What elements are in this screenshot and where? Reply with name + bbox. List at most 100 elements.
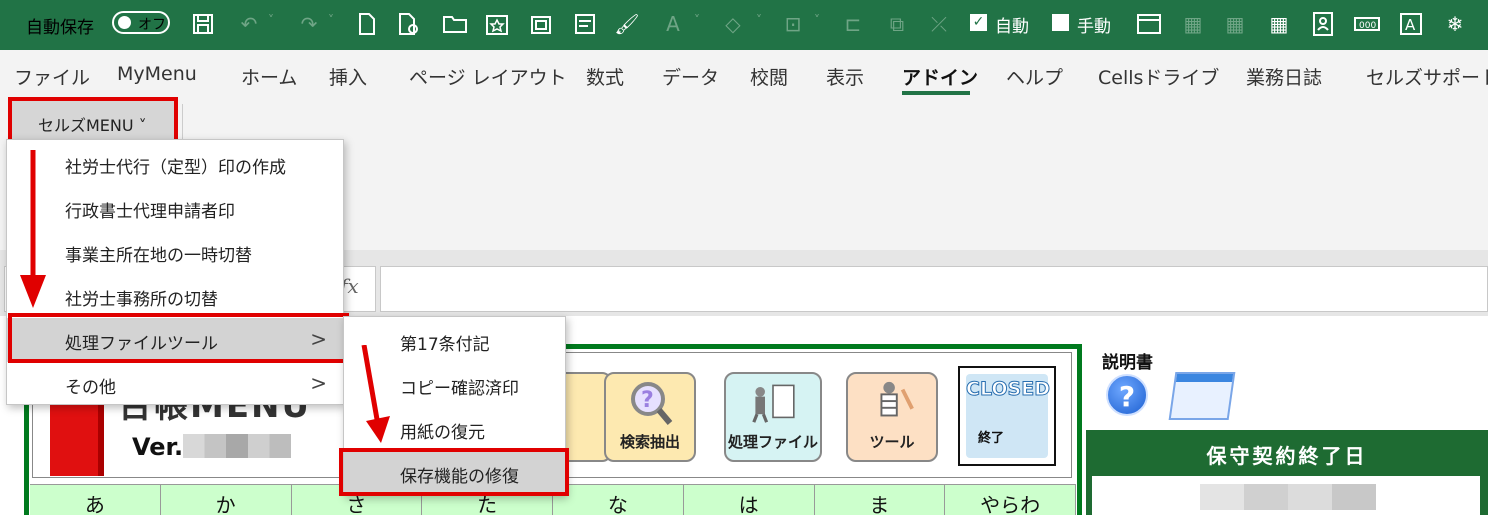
font-color-dropdown-icon[interactable]: ˅: [694, 13, 700, 27]
redo-dropdown-icon[interactable]: ˅: [328, 13, 334, 27]
table-dim-icon[interactable]: ▦: [1222, 11, 1248, 37]
excel-window: { "titlebar": { "autosave_label": "自動保存"…: [0, 0, 1488, 515]
tab-cells-support[interactable]: セルズサポート: [1366, 63, 1488, 90]
menu-item-address-switch[interactable]: 事業主所在地の一時切替: [7, 230, 343, 274]
process-file-card[interactable]: 処理ファイル: [724, 372, 822, 462]
undo-icon[interactable]: ↶: [236, 11, 262, 37]
kana-a[interactable]: あ: [30, 484, 161, 515]
menu-item-gyosei-seal[interactable]: 行政書士代理申請者印: [7, 186, 343, 230]
tab-addins[interactable]: アドイン: [902, 63, 978, 90]
favorite-box-icon[interactable]: [484, 11, 510, 37]
magnifier-icon: ?: [626, 379, 674, 427]
clear-icon[interactable]: ⤫: [926, 11, 952, 37]
snowflake-icon[interactable]: ❄: [1442, 11, 1468, 37]
cells-menu-button[interactable]: セルズMENU ˅: [8, 97, 178, 143]
tools-card[interactable]: ツール: [846, 372, 938, 462]
calendar-icon[interactable]: [1168, 372, 1236, 420]
ungroup-icon[interactable]: ⧉: [884, 11, 910, 37]
highlight-box-process-file: [8, 313, 349, 363]
autosave-state: オフ: [138, 17, 166, 33]
tab-help[interactable]: ヘルプ: [1006, 63, 1063, 90]
kana-ha[interactable]: は: [683, 484, 815, 515]
active-tab-indicator: [902, 91, 970, 95]
formula-input[interactable]: [380, 266, 1488, 312]
red-arrow-down-icon: [20, 150, 46, 308]
manual-label: 手動: [1077, 17, 1111, 37]
text-frame-icon[interactable]: A: [1398, 11, 1424, 37]
closed-label: 終了: [978, 431, 1005, 446]
open-folder-icon[interactable]: [442, 11, 468, 37]
tab-work-diary[interactable]: 業務日誌: [1246, 63, 1322, 90]
svg-text:?: ?: [641, 388, 654, 413]
tab-formulas[interactable]: 数式: [586, 63, 624, 90]
tab-file[interactable]: ファイル: [14, 63, 90, 90]
red-arrow-diagonal-icon: [361, 345, 390, 443]
kana-ma[interactable]: ま: [814, 484, 946, 515]
highlight-box-repair-save: [339, 448, 569, 496]
grid-dim-icon[interactable]: ▦: [1180, 11, 1206, 37]
svg-text:A: A: [1405, 16, 1416, 34]
form-icon[interactable]: [572, 11, 598, 37]
menu-item-label: 行政書士代理申請者印: [65, 202, 235, 222]
tab-home[interactable]: ホーム: [241, 63, 297, 90]
closed-title: CLOSED: [966, 378, 1051, 401]
closed-sign: CLOSED 終了: [966, 374, 1051, 458]
tools-label: ツール: [869, 433, 915, 451]
tools-worker-icon: [868, 379, 916, 427]
kana-ka[interactable]: か: [160, 484, 292, 515]
tab-review[interactable]: 校閲: [750, 63, 788, 90]
new-document-icon[interactable]: [354, 11, 380, 37]
menu-item-office-switch[interactable]: 社労士事務所の切替: [7, 274, 343, 318]
menu-item-other[interactable]: その他 >: [7, 362, 343, 406]
fill-color-icon[interactable]: ◇: [720, 11, 746, 37]
calendar-header-bar: [1175, 374, 1234, 382]
tab-insert[interactable]: 挿入: [329, 63, 367, 90]
autosave-toggle[interactable]: オフ: [112, 11, 170, 34]
auto-label: 自動: [995, 17, 1029, 37]
file-worker-icon: [749, 379, 797, 427]
text-box-icon[interactable]: ⊡: [780, 11, 806, 37]
version-label: Ver.: [132, 433, 184, 461]
tab-data[interactable]: データ: [662, 63, 719, 90]
submenu-item-label: 第17条付記: [400, 335, 490, 355]
menu-item-label: 事業主所在地の一時切替: [65, 246, 252, 266]
contract-end-redacted: [1200, 484, 1376, 510]
auto-checkbox[interactable]: ✓: [970, 14, 987, 31]
kana-na[interactable]: な: [553, 484, 684, 515]
search-extract-card[interactable]: ? 検索抽出: [604, 372, 696, 462]
font-color-icon[interactable]: A: [660, 11, 686, 37]
format-painter-icon[interactable]: 🖌: [614, 11, 640, 37]
save-icon[interactable]: [190, 11, 216, 37]
autosave-label: 自動保存: [26, 18, 94, 38]
manual-checkbox[interactable]: [1052, 14, 1069, 31]
tab-cells-drive[interactable]: Cellsドライブ: [1098, 63, 1219, 90]
kana-yarawa[interactable]: やらわ: [945, 484, 1076, 515]
menu-item-label: 社労士事務所の切替: [65, 290, 218, 310]
submenu-item-label: コピー確認済印: [400, 379, 519, 399]
contract-end-title: 保守契約終了日: [1206, 444, 1368, 468]
process-file-label: 処理ファイル: [727, 433, 818, 451]
closed-button[interactable]: CLOSED 終了: [958, 366, 1056, 466]
redo-icon[interactable]: ↷: [296, 11, 322, 37]
manual-label: 説明書: [1102, 353, 1153, 373]
template-icon[interactable]: [528, 11, 554, 37]
table-icon[interactable]: ▦: [1266, 11, 1292, 37]
tab-page-layout[interactable]: ページ レイアウト: [409, 63, 567, 90]
search-extract-label: 検索抽出: [619, 433, 680, 451]
fill-color-dropdown-icon[interactable]: ˅: [756, 13, 762, 27]
undo-dropdown-icon[interactable]: ˅: [268, 13, 274, 27]
submenu-item-label: 用紙の復元: [400, 423, 485, 443]
contact-card-icon[interactable]: [1310, 11, 1336, 37]
cells-menu-dropdown: 社労士代行（定型）印の作成 行政書士代理申請者印 事業主所在地の一時切替 社労士…: [6, 139, 344, 405]
tab-mymenu[interactable]: MyMenu: [117, 63, 197, 85]
menu-item-sharoushi-seal[interactable]: 社労士代行（定型）印の作成: [7, 142, 343, 186]
toggle-knob: [118, 16, 131, 29]
version-redacted: [183, 434, 291, 458]
connect-icon[interactable]: ⊏: [840, 11, 866, 37]
help-icon[interactable]: ?: [1106, 374, 1148, 416]
print-preview-icon[interactable]: [396, 11, 422, 37]
window-icon[interactable]: [1136, 11, 1162, 37]
number-field-icon[interactable]: 000: [1354, 11, 1380, 37]
tab-view[interactable]: 表示: [826, 63, 864, 90]
text-box-dropdown-icon[interactable]: ˅: [814, 13, 820, 27]
